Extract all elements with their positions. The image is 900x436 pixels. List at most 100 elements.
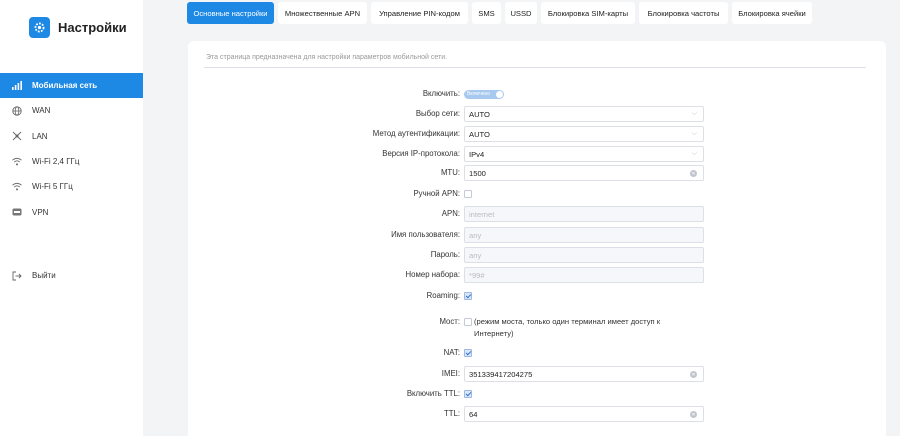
imei-input[interactable]: 351339417204275 ✕ — [464, 366, 704, 382]
sidebar-logout: Выйти — [0, 263, 143, 288]
tab-ussd[interactable]: USSD — [505, 2, 537, 24]
sidebar-item-label: VPN — [32, 207, 49, 217]
ttl-input[interactable]: 64 ✕ — [464, 406, 704, 422]
network-select[interactable]: AUTO ⌵ — [464, 106, 704, 122]
auth-label: Метод аутентификации: — [372, 129, 460, 138]
sidebar-item-label: WAN — [32, 106, 51, 116]
tab-sms[interactable]: SMS — [472, 2, 501, 24]
sidebar-item-label: LAN — [32, 131, 48, 141]
sidebar-item-label: Мобильная сеть — [32, 81, 98, 91]
ttl-label: TTL: — [443, 409, 460, 418]
nat-label: NAT: — [443, 348, 460, 357]
form-row-ip-version: Версия IP-протокола: IPv4 ⌵ — [188, 146, 886, 162]
password-label: Пароль: — [430, 250, 460, 259]
form-row-username: Имя пользователя: any — [188, 227, 886, 243]
tab-pin-management[interactable]: Управление PIN-кодом — [371, 2, 468, 24]
form-row-ttl-enable: Включить TTL: — [188, 386, 886, 402]
divider — [204, 67, 866, 68]
auth-select[interactable]: AUTO ⌵ — [464, 126, 704, 142]
form-row-password: Пароль: any — [188, 247, 886, 263]
sidebar-item-lan[interactable]: LAN — [0, 124, 143, 149]
apn-placeholder: internet — [469, 209, 495, 219]
enable-label: Включить: — [422, 89, 460, 98]
app-logo: Настройки — [29, 17, 127, 38]
logout-icon — [11, 270, 22, 281]
logout-button[interactable]: Выйти — [0, 263, 143, 288]
form-row-imei: IMEI: 351339417204275 ✕ — [188, 366, 886, 382]
manual-apn-label: Ручной APN: — [413, 189, 460, 198]
clear-icon[interactable]: ✕ — [690, 371, 697, 378]
password-placeholder: any — [469, 250, 482, 260]
sidebar-item-wifi-24[interactable]: Wi-Fi 2,4 ГГц — [0, 149, 143, 174]
dial-number-input[interactable]: *99# — [464, 267, 704, 283]
form-row-auth: Метод аутентификации: AUTO ⌵ — [188, 126, 886, 142]
sidebar-item-wan[interactable]: WAN — [0, 98, 143, 123]
form-row-bridge: Мост: (режим моста, только один терминал… — [188, 314, 886, 340]
tab-sim-lock[interactable]: Блокировка SIM-карты — [541, 2, 635, 24]
network-icon — [11, 131, 22, 142]
sidebar-item-label: Wi-Fi 2,4 ГГц — [32, 157, 80, 167]
mtu-input[interactable]: 1500 ✕ — [464, 165, 704, 181]
sidebar: Настройки Мобильная сеть WAN LAN Wi-Fi 2… — [0, 0, 143, 436]
chevron-down-icon: ⌵ — [691, 150, 697, 157]
tab-band-lock[interactable]: Блокировка частоты — [639, 2, 728, 24]
sidebar-item-vpn[interactable]: VPN — [0, 199, 143, 224]
form-row-roaming: Roaming: — [188, 288, 886, 304]
form-row-ttl: TTL: 64 ✕ — [188, 406, 886, 422]
apn-input[interactable]: internet — [464, 206, 704, 222]
mtu-label: MTU: — [440, 168, 460, 177]
sidebar-nav: Мобильная сеть WAN LAN Wi-Fi 2,4 ГГц Wi-… — [0, 73, 143, 225]
form-row-dial-number: Номер набора: *99# — [188, 267, 886, 283]
switch-knob — [496, 91, 503, 98]
form-row-network: Выбор сети: AUTO ⌵ — [188, 106, 886, 122]
imei-value: 351339417204275 — [469, 369, 533, 379]
network-value: AUTO — [469, 109, 490, 119]
dial-number-placeholder: *99# — [469, 270, 485, 280]
enable-switch[interactable]: Включено — [464, 90, 504, 99]
dial-number-label: Номер набора: — [405, 270, 460, 279]
sidebar-item-wifi-5[interactable]: Wi-Fi 5 ГГц — [0, 174, 143, 199]
form-row-mtu: MTU: 1500 ✕ — [188, 165, 886, 181]
nat-checkbox[interactable] — [464, 349, 472, 357]
signal-bars-icon — [11, 80, 22, 91]
gear-icon — [29, 17, 50, 38]
roaming-label: Roaming: — [426, 291, 460, 300]
tab-cell-lock[interactable]: Блокировка ячейки — [732, 2, 812, 24]
ip-version-value: IPv4 — [469, 149, 485, 159]
globe-icon — [11, 105, 22, 116]
settings-tabs: Основные настройки Множественные APN Упр… — [187, 2, 816, 24]
chevron-down-icon: ⌵ — [691, 130, 697, 137]
wifi-icon — [11, 156, 22, 167]
bridge-label: Мост: — [439, 317, 460, 326]
ttl-value: 64 — [469, 409, 478, 419]
tab-multiple-apn[interactable]: Множественные APN — [278, 2, 367, 24]
clear-icon[interactable]: ✕ — [690, 411, 697, 418]
network-label: Выбор сети: — [415, 109, 460, 118]
imei-label: IMEI: — [441, 369, 460, 378]
wifi-icon — [11, 181, 22, 192]
roaming-checkbox[interactable] — [464, 292, 472, 300]
sidebar-item-mobile-network[interactable]: Мобильная сеть — [0, 73, 143, 99]
clear-icon[interactable]: ✕ — [690, 170, 697, 177]
bridge-checkbox[interactable] — [464, 318, 472, 326]
auth-value: AUTO — [469, 129, 490, 139]
ttl-enable-label: Включить TTL: — [406, 389, 460, 398]
form-row-manual-apn: Ручной APN: — [188, 186, 886, 202]
form-row-nat: NAT: — [188, 345, 886, 361]
ip-version-select[interactable]: IPv4 ⌵ — [464, 146, 704, 162]
chevron-down-icon: ⌵ — [691, 110, 697, 117]
manual-apn-checkbox[interactable] — [464, 190, 472, 198]
page-description: Эта страница предназначена для настройки… — [206, 54, 448, 61]
username-input[interactable]: any — [464, 227, 704, 243]
bridge-note: (режим моста, только один терминал имеет… — [474, 317, 661, 338]
switch-text: Включено — [467, 91, 491, 97]
form-row-enable: Включить: Включено — [188, 86, 886, 102]
form-row-apn: APN: internet — [188, 206, 886, 222]
vpn-icon — [11, 207, 22, 218]
tab-basic-settings[interactable]: Основные настройки — [187, 2, 274, 24]
app-title: Настройки — [58, 20, 127, 35]
ttl-enable-checkbox[interactable] — [464, 390, 472, 398]
logout-label: Выйти — [32, 271, 56, 281]
ip-version-label: Версия IP-протокола: — [382, 149, 460, 158]
password-input[interactable]: any — [464, 247, 704, 263]
